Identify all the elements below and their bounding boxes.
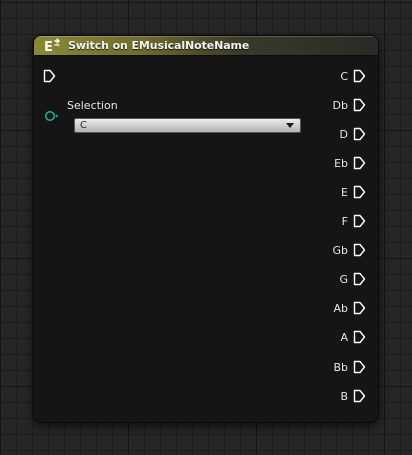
output-pin-label: Gb (332, 243, 348, 257)
exec-output-pin-icon[interactable] (353, 301, 366, 315)
output-pin-row[interactable]: C (340, 68, 366, 84)
output-pin-row[interactable]: B (340, 388, 366, 404)
exec-output-pin-icon[interactable] (353, 243, 366, 257)
exec-output-pin-icon[interactable] (353, 214, 366, 228)
exec-output-pin-icon[interactable] (353, 360, 366, 374)
node-title: Switch on EMusicalNoteName (68, 39, 250, 52)
chevron-down-icon (286, 123, 294, 128)
output-pin-row[interactable]: Ab (333, 300, 366, 316)
output-pin-label: G (339, 272, 348, 286)
exec-output-pin-icon[interactable] (353, 69, 366, 83)
exec-output-pin-icon[interactable] (353, 330, 366, 344)
output-pin-row[interactable]: Db (333, 97, 366, 113)
output-pin-label: B (340, 389, 348, 403)
output-pin-row[interactable]: Bb (333, 359, 366, 375)
output-pin-label: A (340, 330, 348, 344)
output-pin-row[interactable]: D (340, 126, 366, 142)
svg-text:E: E (44, 40, 53, 54)
output-pin-label: Ab (333, 301, 348, 315)
selection-label: Selection (67, 99, 118, 112)
output-pin-row[interactable]: G (339, 271, 366, 287)
output-pin-label: D (339, 127, 348, 141)
output-pin-row[interactable]: E (341, 184, 366, 200)
output-pin-label: Bb (333, 360, 348, 374)
selection-dropdown[interactable]: C (74, 118, 301, 133)
exec-output-pin-icon[interactable] (353, 156, 366, 170)
output-pin-label: Db (332, 98, 348, 112)
exec-output-pin-icon[interactable] (353, 127, 366, 141)
output-pin-row[interactable]: Eb (334, 155, 366, 171)
switch-on-enum-node[interactable]: E Switch on EMusicalNoteName Selection C… (34, 36, 378, 422)
exec-output-pin-icon[interactable] (353, 98, 366, 112)
exec-output-pin-icon[interactable] (353, 389, 366, 403)
selection-input-pin-icon[interactable] (44, 109, 60, 123)
selection-dropdown-value: C (80, 120, 87, 131)
exec-input-pin-icon[interactable] (43, 69, 56, 83)
blueprint-graph-canvas[interactable]: E Switch on EMusicalNoteName Selection C… (0, 0, 412, 455)
output-pin-row[interactable]: F (342, 213, 366, 229)
output-pin-label: F (341, 214, 348, 228)
exec-output-pin-icon[interactable] (353, 272, 366, 286)
output-pin-row[interactable]: Gb (332, 242, 366, 258)
output-pin-label: C (340, 69, 348, 83)
node-header[interactable]: E Switch on EMusicalNoteName (34, 36, 378, 56)
switch-enum-icon: E (44, 38, 60, 54)
output-pin-row[interactable]: A (340, 329, 366, 345)
exec-output-pin-icon[interactable] (353, 185, 366, 199)
output-pin-label: E (341, 185, 348, 199)
output-pin-label: Eb (334, 156, 348, 170)
